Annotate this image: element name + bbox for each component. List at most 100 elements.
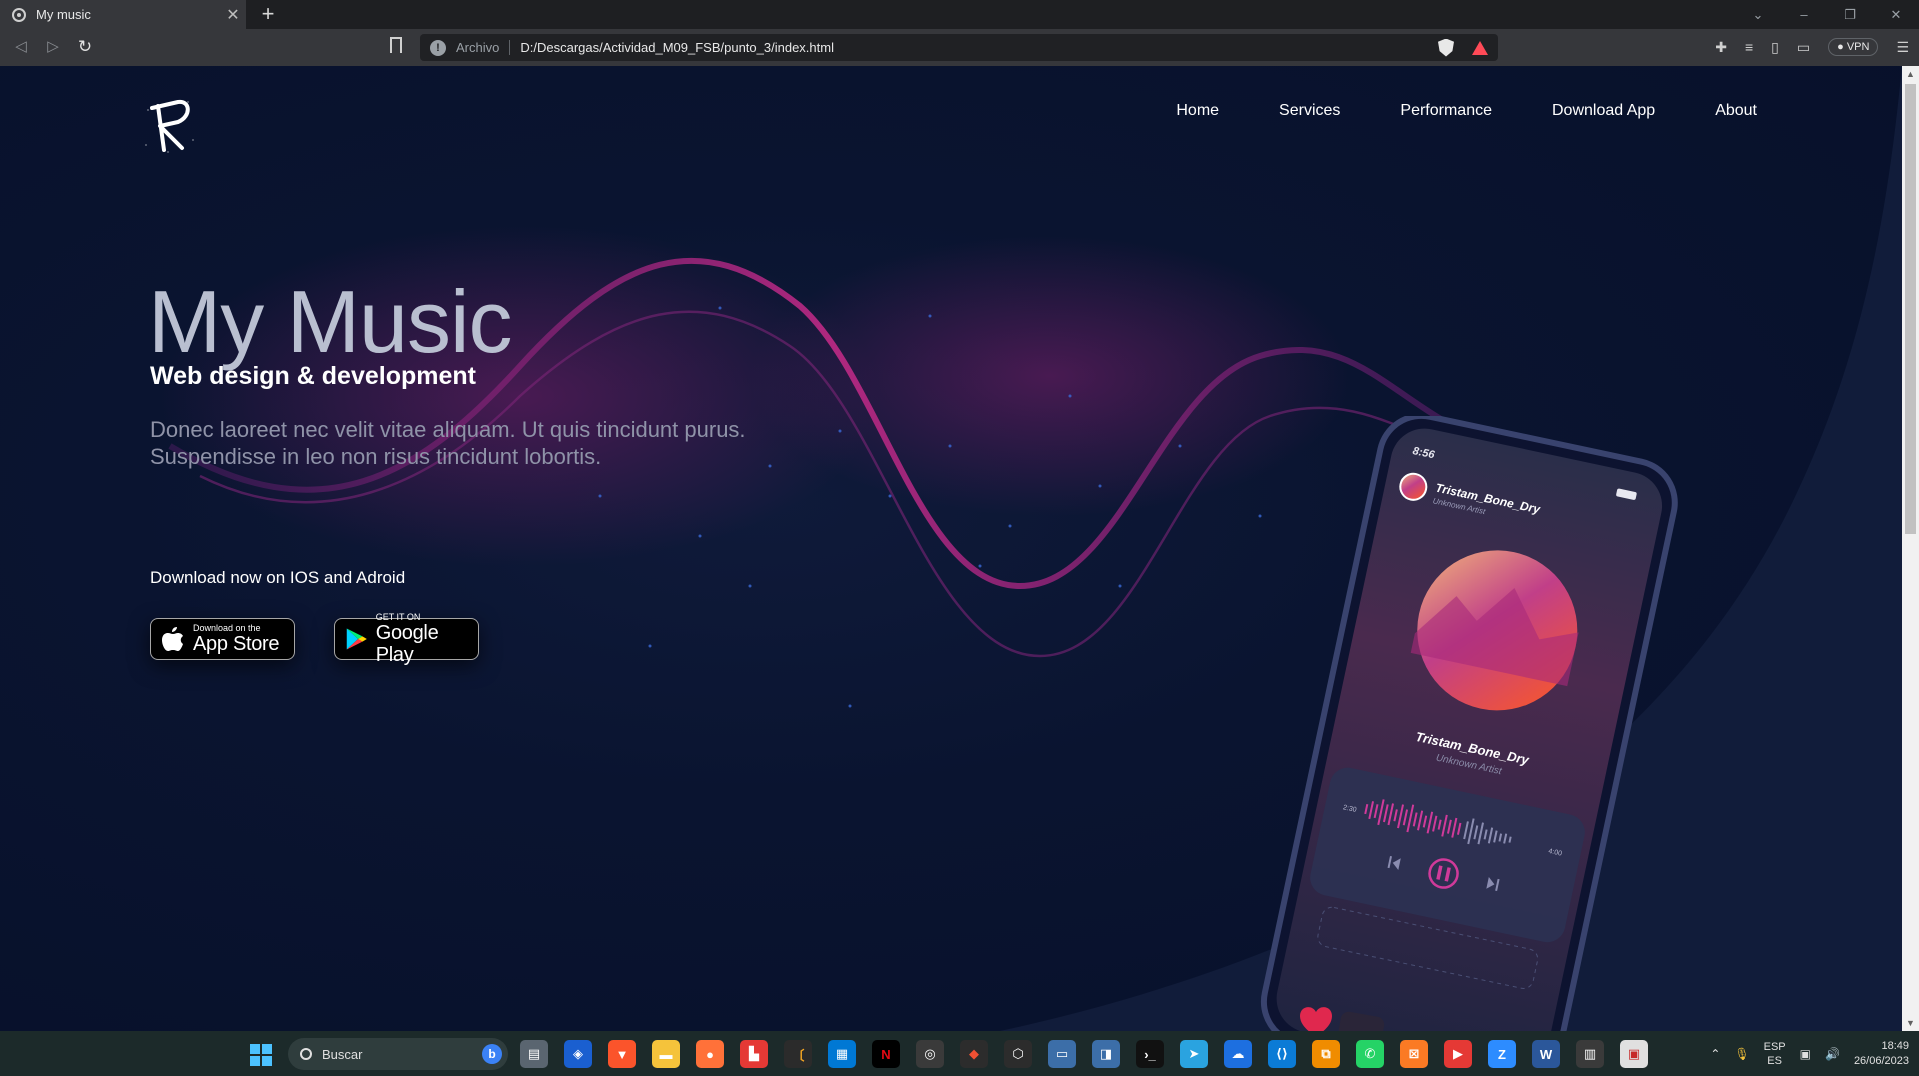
app-store-small-text: Download on the (193, 623, 261, 633)
chevron-up-icon[interactable]: ⌃ (1710, 1047, 1720, 1061)
bracket-app-icon[interactable]: 〔 (784, 1040, 812, 1068)
taskbar-search-label: Buscar (322, 1046, 363, 1062)
reload-icon[interactable]: ↻ (74, 36, 96, 58)
browser-toolbar: ◁ ▷ ↻ ! Archivo D:/Descargas/Actividad_M… (0, 29, 1919, 66)
back-icon[interactable]: ◁ (10, 36, 32, 58)
clock[interactable]: 18:49 26/06/2023 (1854, 1039, 1909, 1069)
whatsapp-icon[interactable]: ✆ (1356, 1040, 1384, 1068)
clock-date: 26/06/2023 (1853, 1054, 1909, 1067)
extensions-icon[interactable]: ✚ (1715, 39, 1727, 56)
nav-home[interactable]: Home (1176, 102, 1219, 120)
browser-tab[interactable]: My music ✕ (0, 0, 246, 29)
taskbar-search[interactable]: Buscar b (288, 1038, 508, 1070)
tab-search-button[interactable]: ⌄ (1735, 7, 1781, 23)
forward-icon[interactable]: ▷ (42, 36, 64, 58)
obs-icon[interactable]: ◎ (916, 1040, 944, 1068)
clock-time: 18:49 (1881, 1039, 1909, 1052)
volume-icon[interactable]: 🔊 (1825, 1047, 1840, 1061)
pdf-app-icon[interactable]: ▣ (1620, 1040, 1648, 1068)
page-scrollbar[interactable]: ▲ ▼ (1902, 66, 1919, 1031)
hero-description-line-1: Donec laoreet nec velit vitae aliquam. U… (150, 417, 746, 442)
google-play-big-text: Google Play (375, 622, 439, 666)
brave-shield-icon[interactable] (1438, 38, 1454, 57)
restore-button[interactable]: ❐ (1827, 7, 1873, 23)
search-icon (300, 1048, 312, 1060)
playlist-icon[interactable]: ≡ (1745, 39, 1753, 55)
firefox-icon[interactable]: ● (696, 1040, 724, 1068)
main-nav: Home Services Performance Download App A… (1176, 102, 1757, 120)
google-play-button[interactable]: GET IT ON Google Play (334, 612, 479, 666)
menu-icon[interactable]: ☰ (1896, 39, 1909, 56)
toolbar-right-tools: ✚ ≡ ▯ ▭ ● VPN ☰ (1715, 35, 1909, 59)
youtube-icon[interactable]: ▶ (1444, 1040, 1472, 1068)
vscode-icon[interactable]: ⟨⟩ (1268, 1040, 1296, 1068)
xampp-icon[interactable]: ⊠ (1400, 1040, 1428, 1068)
word-icon[interactable]: W (1532, 1040, 1560, 1068)
bing-icon[interactable]: b (482, 1044, 502, 1064)
site-info-icon[interactable]: ! (430, 39, 446, 56)
apple-icon (162, 627, 183, 651)
onedrive-icon[interactable]: ☁ (1224, 1040, 1252, 1068)
brave-browser-icon[interactable]: ▼ (608, 1040, 636, 1068)
close-tab-button[interactable]: ✕ (220, 5, 246, 25)
stats-app-icon[interactable]: ▥ (1576, 1040, 1604, 1068)
sidebar-icon[interactable]: ▯ (1771, 39, 1779, 56)
virtualbox-icon[interactable]: ⬡ (1004, 1040, 1032, 1068)
globe-icon (12, 7, 26, 22)
vpn-button[interactable]: ● VPN (1828, 38, 1879, 56)
terminal-icon[interactable]: ›_ (1136, 1040, 1164, 1068)
flipboard-icon[interactable]: ▙ (740, 1040, 768, 1068)
minimize-button[interactable]: – (1781, 7, 1827, 22)
windows-start-icon[interactable] (250, 1044, 272, 1066)
git-icon[interactable]: ◆ (960, 1040, 988, 1068)
netflix-icon[interactable]: N (872, 1040, 900, 1068)
nav-services[interactable]: Services (1279, 102, 1340, 120)
scroll-thumb[interactable] (1905, 84, 1916, 534)
hero-description-line-2: Suspendisse in leo non risus tincidunt l… (150, 444, 602, 469)
microphone-icon[interactable]: 🎙 (1734, 1047, 1749, 1061)
language-code: ESP (1763, 1040, 1786, 1053)
phone-mockup: 8:56 Tristam_Bone_Dry Unknown Artist Tri… (1260, 416, 1678, 1031)
snipping-tool-icon[interactable]: ⧉ (1312, 1040, 1340, 1068)
download-prompt: Download now on IOS and Adroid (150, 568, 406, 587)
bitwarden-icon[interactable]: ◈ (564, 1040, 592, 1068)
wallet-icon[interactable]: ▭ (1797, 39, 1810, 56)
windows-taskbar: Buscar b ▤ ◈ ▼ ▬ ● ▙ 〔 ▦ N ◎ ◆ ⬡ ▭ ◨ ›_ … (0, 1031, 1919, 1076)
window-controls: ⌄ – ❐ ✕ (1735, 0, 1919, 29)
microsoft-store-icon[interactable]: ▦ (828, 1040, 856, 1068)
hero-subtitle: Web design & development (150, 362, 476, 390)
app-store-button[interactable]: Download on the App Store (150, 618, 295, 660)
close-window-button[interactable]: ✕ (1873, 7, 1919, 23)
brave-rewards-icon[interactable] (1472, 40, 1488, 55)
scroll-up-icon[interactable]: ▲ (1902, 66, 1919, 82)
app-store-big-text: App Store (193, 633, 280, 655)
file-explorer-icon[interactable]: ▬ (652, 1040, 680, 1068)
language-indicator[interactable]: ESP ES (1764, 1040, 1786, 1068)
hero-title: My Music (148, 272, 513, 371)
taskbar-apps: ▤ ◈ ▼ ▬ ● ▙ 〔 ▦ N ◎ ◆ ⬡ ▭ ◨ ›_ ➤ ☁ ⟨⟩ ⧉ … (520, 1040, 1648, 1068)
nav-about[interactable]: About (1715, 102, 1757, 120)
address-url[interactable]: D:/Descargas/Actividad_M09_FSB/punto_3/i… (520, 40, 1438, 55)
site-logo[interactable] (138, 90, 200, 158)
new-tab-button[interactable]: + (256, 2, 280, 26)
vpn-label: VPN (1846, 41, 1870, 53)
network-app-icon[interactable]: ◨ (1092, 1040, 1120, 1068)
nav-download-app[interactable]: Download App (1552, 102, 1655, 120)
telegram-icon[interactable]: ➤ (1180, 1040, 1208, 1068)
nav-performance[interactable]: Performance (1400, 102, 1492, 120)
zoom-icon[interactable]: Z (1488, 1040, 1516, 1068)
address-scheme: Archivo (456, 40, 511, 55)
page-viewport: Home Services Performance Download App A… (0, 66, 1902, 1031)
network-icon[interactable]: ▣ (1800, 1047, 1811, 1061)
scroll-down-icon[interactable]: ▼ (1902, 1015, 1919, 1031)
keyboard-layout: ES (1767, 1054, 1782, 1067)
system-tray: ⌃ 🎙 ESP ES ▣ 🔊 18:49 26/06/2023 (1710, 1031, 1909, 1076)
google-play-small-text: GET IT ON (375, 612, 421, 622)
browser-tab-strip: My music ✕ + ⌄ – ❐ ✕ (0, 0, 1919, 29)
hero-description: Donec laoreet nec velit vitae aliquam. U… (150, 416, 870, 470)
task-view-icon[interactable]: ▤ (520, 1040, 548, 1068)
google-play-icon (346, 628, 367, 650)
remote-desktop-icon[interactable]: ▭ (1048, 1040, 1076, 1068)
bookmark-icon[interactable] (390, 37, 402, 53)
address-bar[interactable]: ! Archivo D:/Descargas/Actividad_M09_FSB… (420, 34, 1498, 61)
